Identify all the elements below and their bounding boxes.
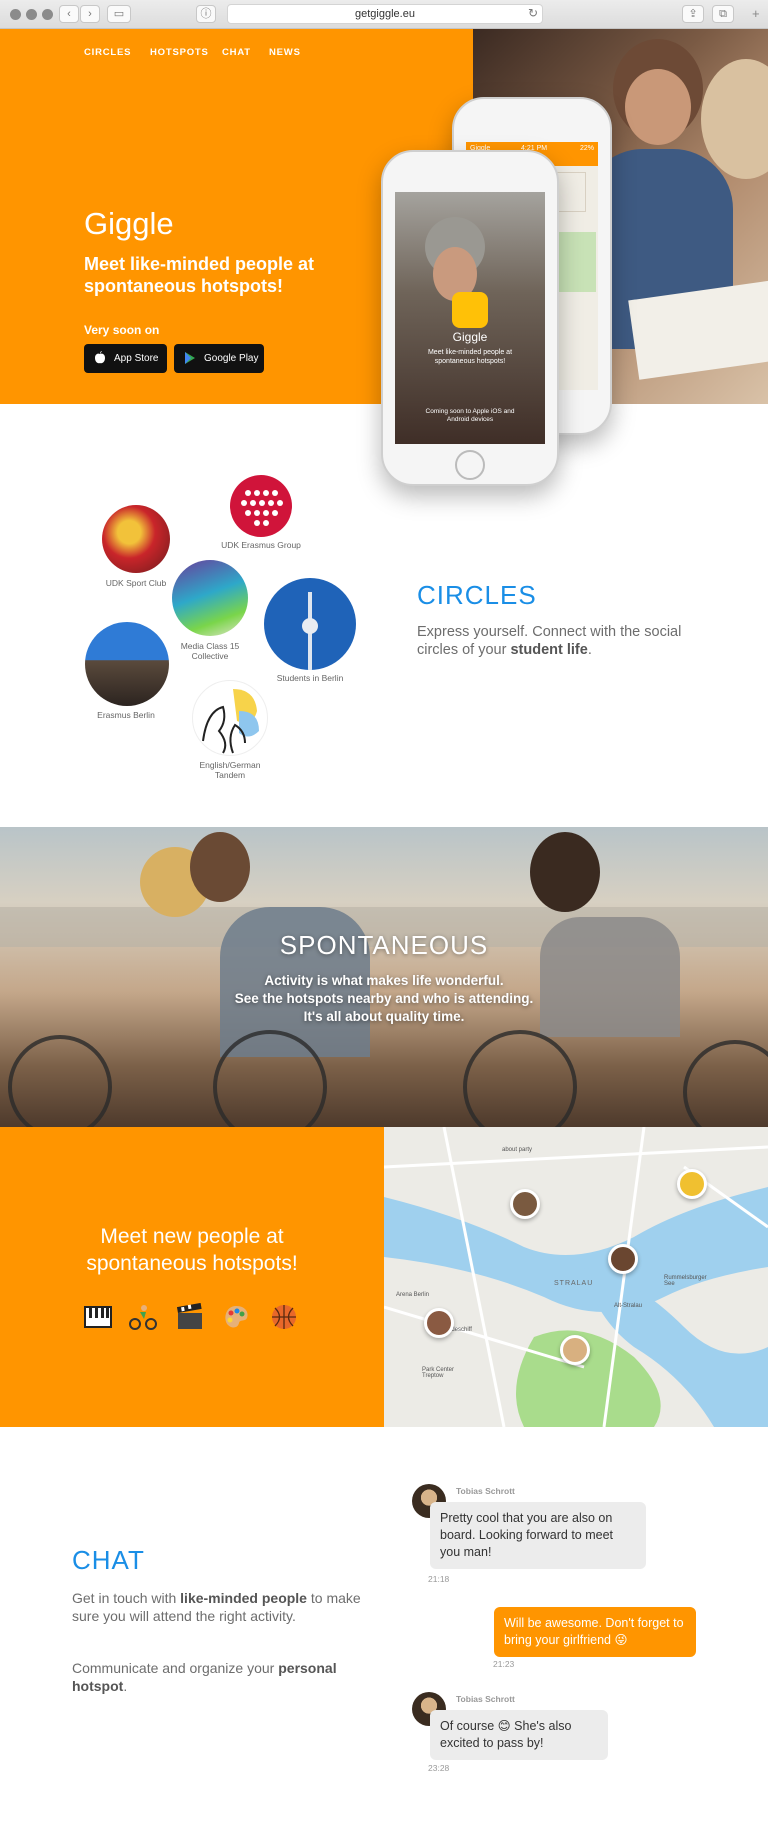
map-pin-user[interactable] [424, 1308, 454, 1338]
hotspots-title-line: spontaneous hotspots! [86, 1252, 298, 1275]
circle-tandem[interactable] [192, 680, 268, 756]
phone-front: Giggle Meet like-minded people at sponta… [381, 150, 559, 486]
message-time: 21:18 [428, 1574, 450, 1584]
spontaneous-title: SPONTANEOUS [279, 930, 489, 960]
spontaneous-line-3: It's all about quality time. [303, 1009, 465, 1024]
circle-label: Students in Berlin [276, 673, 344, 683]
circle-media-class[interactable] [172, 560, 248, 636]
hotspot-map[interactable]: Arena Berlin STRALAU Alt-Stralau Park Ce… [384, 1127, 768, 1427]
circle-udk-sport[interactable] [102, 505, 170, 573]
chat-bubble-incoming: Pretty cool that you are also on board. … [430, 1502, 646, 1569]
tabs-icon[interactable]: ⧉ [712, 5, 734, 23]
hotspots-title: Meet new people at spontaneous hotspots! [0, 1223, 384, 1277]
message-time: 23:28 [428, 1763, 450, 1773]
chat-text-bold: like-minded people [180, 1590, 307, 1606]
hero-subtitle: Meet like-minded people at spontaneous h… [84, 254, 315, 296]
google-play-icon [185, 352, 195, 364]
spontaneous-line-2: See the hotspots nearby and who is atten… [234, 991, 534, 1006]
back-icon[interactable]: ‹ [59, 5, 79, 23]
app-store-button[interactable]: App Store [84, 344, 167, 373]
map-label-alt-stralau: Alt-Stralau [614, 1303, 643, 1309]
phone-battery: 22% [579, 145, 594, 152]
new-tab-icon[interactable]: + [752, 6, 760, 21]
browser-toolbar: ‹ › ▭ ⓘ getgiggle.eu ↻ ⇪ ⧉ + [0, 0, 768, 29]
home-button [455, 450, 485, 480]
chat-bubble-incoming: Of course 😊 She's also excited to pass b… [430, 1710, 608, 1760]
circle-label: Media Class 15 Collective [180, 641, 240, 661]
circle-erasmus-berlin[interactable] [85, 622, 169, 706]
circle-label: UDK Sport Club [105, 578, 167, 588]
apple-icon [95, 351, 105, 364]
circles-text-bold: student life [510, 642, 588, 658]
message-sender: Tobias Schrott [456, 1486, 515, 1496]
chat-text-part: . [123, 1678, 128, 1694]
nav-news[interactable]: NEWS [269, 47, 301, 58]
phone-coming-soon: Coming soon to Apple iOS and Android dev… [425, 408, 515, 423]
phone-tagline: Meet like-minded people at spontaneous h… [427, 349, 513, 365]
message-sender: Tobias Schrott [456, 1694, 515, 1704]
circle-label: UDK Erasmus Group [221, 540, 301, 550]
nav-circles[interactable]: CIRCLES [84, 47, 131, 58]
map-label-park-center: Park Center Treptow [422, 1367, 455, 1379]
google-play-label: Google Play [204, 353, 259, 364]
url-text: getgiggle.eu [355, 8, 415, 20]
map-label-party: about party [502, 1147, 533, 1153]
circle-label: Erasmus Berlin [97, 710, 155, 720]
hero-title: Giggle [84, 206, 174, 241]
circles-text-part: . [587, 642, 592, 658]
forward-icon[interactable]: › [80, 5, 100, 23]
message-time: 21:23 [493, 1659, 515, 1669]
phone-front-screen: Giggle Meet like-minded people at sponta… [395, 192, 545, 444]
hotspots-section [0, 1127, 384, 1427]
circles-text: Express yourself. Connect with the socia… [417, 623, 697, 659]
spontaneous-line-1: Activity is what makes life wonderful. [264, 973, 504, 988]
piano-icon [84, 1306, 112, 1328]
map-label-rummelsburger: Rummelsburger See [664, 1275, 707, 1287]
hotspots-title-line: Meet new people at [100, 1225, 284, 1248]
circles-title: CIRCLES [417, 580, 537, 610]
circle-udk-erasmus[interactable] [230, 475, 292, 537]
app-store-label: App Store [114, 353, 159, 364]
google-play-button[interactable]: Google Play [174, 344, 264, 373]
map-pin-user[interactable] [677, 1169, 707, 1199]
chat-text-part: Communicate and organize your [72, 1660, 279, 1676]
nav-chat[interactable]: CHAT [222, 47, 251, 58]
map-pin-user[interactable] [608, 1244, 638, 1274]
chat-bubble-outgoing: Will be awesome. Don't forget to bring y… [494, 1607, 696, 1657]
share-icon[interactable]: ⇪ [682, 5, 704, 23]
coming-soon-label: Very soon on [84, 323, 160, 337]
circle-label: English/German Tandem [199, 760, 261, 780]
map-label-stralau: STRALAU [554, 1280, 594, 1287]
cyclist-icon [129, 1305, 157, 1330]
map-pin-user[interactable] [510, 1189, 540, 1219]
circle-students-berlin[interactable] [264, 578, 356, 670]
maximize-window-icon[interactable] [42, 9, 53, 20]
giggle-app-icon [452, 292, 488, 328]
reload-icon[interactable]: ↻ [528, 6, 538, 20]
close-window-icon[interactable] [10, 9, 21, 20]
sidebar-icon[interactable]: ▭ [107, 5, 131, 23]
chat-text-2: Communicate and organize your personal h… [72, 1659, 362, 1695]
map-pin-user[interactable] [560, 1335, 590, 1365]
phone-app-name: Giggle [452, 330, 488, 344]
minimize-window-icon[interactable] [26, 9, 37, 20]
palette-icon [225, 1306, 248, 1328]
info-icon[interactable]: ⓘ [196, 5, 216, 23]
basketball-icon [272, 1305, 296, 1329]
clapperboard-icon [176, 1303, 202, 1329]
nav-hotspots[interactable]: HOTSPOTS [150, 47, 209, 58]
address-bar[interactable]: getgiggle.eu [227, 4, 543, 24]
map-label-arena: Arena Berlin [396, 1292, 430, 1298]
chat-text-part: Get in touch with [72, 1590, 181, 1606]
chat-title: CHAT [72, 1545, 145, 1575]
chat-text-1: Get in touch with like-minded people to … [72, 1589, 362, 1625]
